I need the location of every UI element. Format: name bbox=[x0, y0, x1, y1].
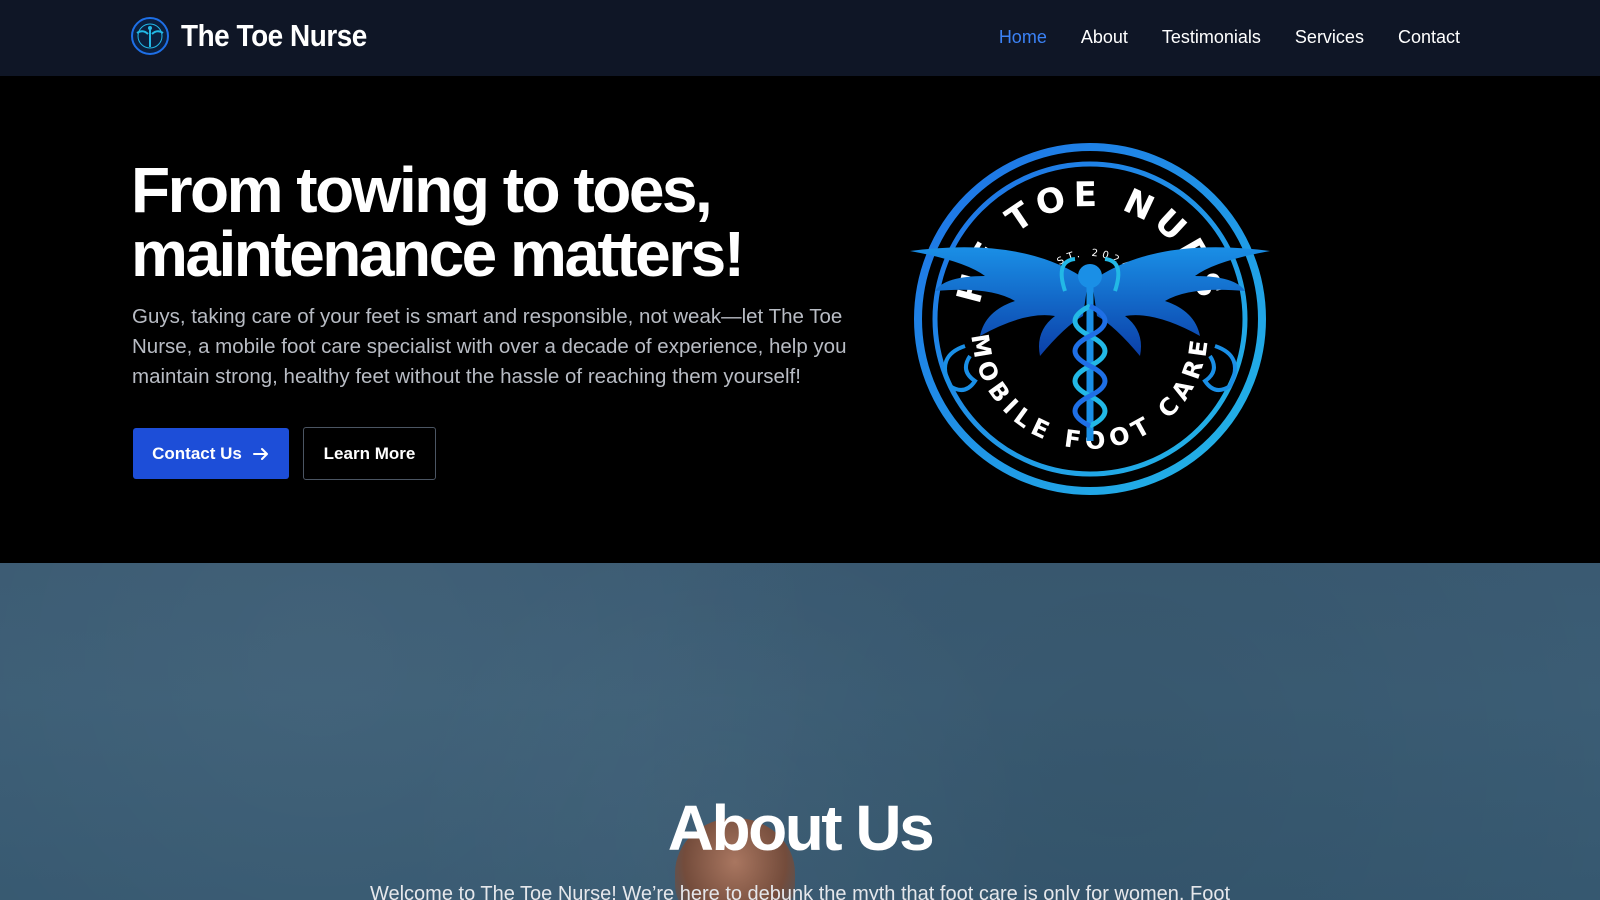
brand-logo-icon bbox=[131, 17, 169, 55]
nav-home[interactable]: Home bbox=[999, 27, 1047, 48]
hero-title: From towing to toes, maintenance matters… bbox=[131, 158, 891, 286]
toe-nurse-logo: THE TOE NURSE EST. 2024 MOBILE FOOT CARE bbox=[905, 141, 1270, 495]
nav-services[interactable]: Services bbox=[1295, 27, 1364, 48]
hero-title-line-1: From towing to toes, bbox=[131, 154, 713, 226]
hero-title-line-2: maintenance matters! bbox=[131, 218, 745, 290]
brand-name: The Toe Nurse bbox=[181, 18, 367, 53]
nav-contact[interactable]: Contact bbox=[1398, 27, 1460, 48]
arrow-right-icon bbox=[252, 447, 268, 460]
navbar: The Toe Nurse Home About Testimonials Se… bbox=[0, 0, 1600, 76]
nav-about[interactable]: About bbox=[1081, 27, 1128, 48]
contact-us-button[interactable]: Contact Us bbox=[133, 428, 289, 479]
about-title: About Us bbox=[667, 792, 935, 864]
hero-section: From towing to toes, maintenance matters… bbox=[0, 76, 1600, 563]
learn-more-button[interactable]: Learn More bbox=[303, 427, 436, 480]
brand-link[interactable]: The Toe Nurse bbox=[131, 17, 388, 55]
hero-description: Guys, taking care of your feet is smart … bbox=[132, 305, 847, 388]
hero-buttons: Contact Us Learn More bbox=[133, 427, 436, 480]
nav-testimonials[interactable]: Testimonials bbox=[1162, 27, 1261, 48]
about-intro-text: Welcome to The Toe Nurse! We’re here to … bbox=[369, 883, 1231, 900]
main-nav: Home About Testimonials Services Contact bbox=[965, 27, 1460, 48]
about-section: About Us Welcome to The Toe Nurse! We’re… bbox=[0, 563, 1600, 900]
contact-us-label: Contact Us bbox=[152, 443, 242, 463]
